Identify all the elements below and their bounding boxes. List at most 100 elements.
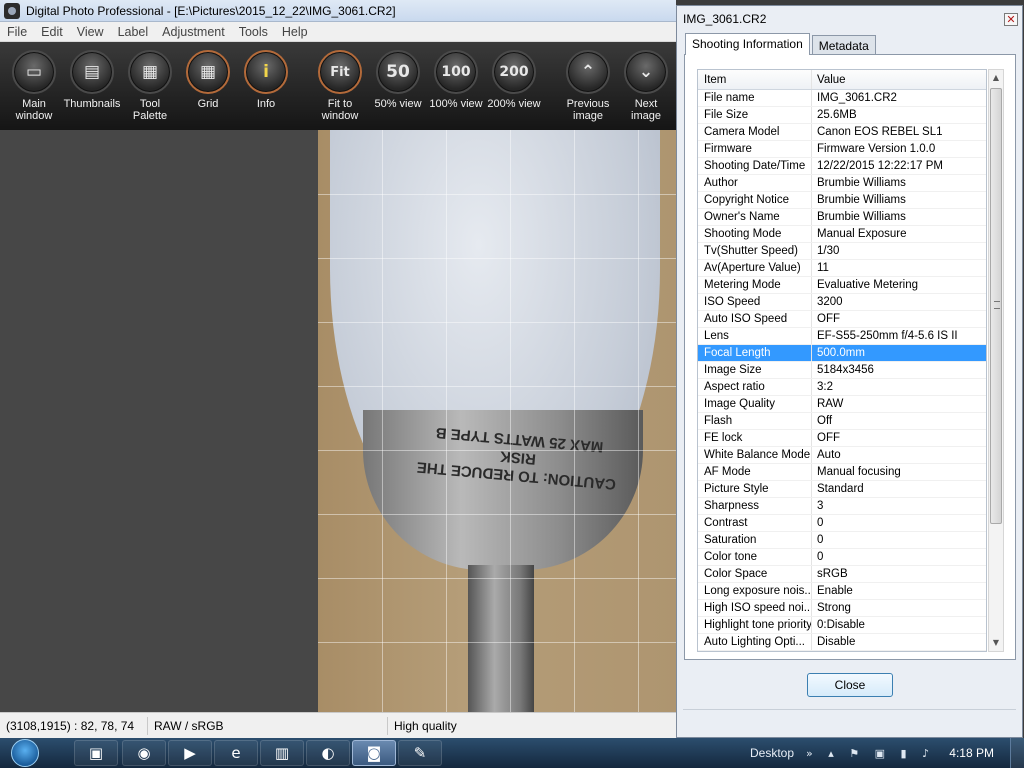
table-row[interactable]: Highlight tone priority 0:Disable — [698, 617, 986, 634]
row-item: Long exposure nois... — [698, 583, 812, 599]
table-row[interactable]: File name IMG_3061.CR2 — [698, 90, 986, 107]
menu-help[interactable]: Help — [275, 25, 315, 39]
column-header-value[interactable]: Value — [812, 70, 986, 89]
taskbar-app[interactable]: ◙ — [352, 740, 396, 766]
table-row[interactable]: Firmware Firmware Version 1.0.0 — [698, 141, 986, 158]
zoom-200-button[interactable]: 200 200% view — [484, 50, 544, 110]
table-row[interactable]: Saturation 0 — [698, 532, 986, 549]
table-row[interactable]: Contrast 0 — [698, 515, 986, 532]
taskbar-app[interactable]: ✎ — [398, 740, 442, 766]
grid-line — [318, 386, 676, 387]
grid-line — [318, 194, 676, 195]
table-row[interactable]: Shooting Mode Manual Exposure — [698, 226, 986, 243]
row-item: Focal Length — [698, 345, 812, 361]
menu-file[interactable]: File — [0, 25, 34, 39]
row-item: Shooting Date/Time — [698, 158, 812, 174]
scroll-down-icon[interactable]: ▼ — [989, 635, 1003, 651]
menu-edit[interactable]: Edit — [34, 25, 70, 39]
table-row[interactable]: Sharpness 3 — [698, 498, 986, 515]
table-row[interactable]: FE lock OFF — [698, 430, 986, 447]
row-item: Aspect ratio — [698, 379, 812, 395]
zoom-50-label: 50% view — [374, 98, 422, 110]
table-row[interactable]: Image Size 5184x3456 — [698, 362, 986, 379]
table-row[interactable]: Lens EF-S55-250mm f/4-5.6 IS II — [698, 328, 986, 345]
taskbar-app[interactable]: ▥ — [260, 740, 304, 766]
row-value: EF-S55-250mm f/4-5.6 IS II — [817, 330, 958, 342]
tool-palette-button[interactable]: ▦ Tool Palette — [120, 50, 180, 122]
taskbar-app[interactable]: ▣ — [74, 740, 118, 766]
shooting-info-panel: Item Value File name IMG_3061.CR2 File Siz… — [684, 54, 1016, 660]
table-row[interactable]: Av(Aperture Value) 11 — [698, 260, 986, 277]
menu-adjustment[interactable]: Adjustment — [155, 25, 232, 39]
table-row[interactable]: Tv(Shutter Speed) 1/30 — [698, 243, 986, 260]
zoom-50-icon: 50 — [386, 62, 410, 82]
row-value: Manual Exposure — [817, 228, 907, 240]
fit-to-window-button[interactable]: Fit Fit to window — [310, 50, 370, 122]
next-image-button[interactable]: ⌄ Next image — [616, 50, 676, 122]
scroll-thumb[interactable] — [990, 88, 1002, 524]
camera-app-icon — [4, 2, 20, 19]
image-preview[interactable]: CAUTION: TO REDUCE THE RISK MAX 25 WATTS… — [318, 130, 676, 712]
zoom-50-button[interactable]: 50 50% view — [368, 50, 428, 110]
table-row[interactable]: Picture Style Standard — [698, 481, 986, 498]
table-row[interactable]: Camera Model Canon EOS REBEL SL1 — [698, 124, 986, 141]
taskbar-app[interactable]: ◉ — [122, 740, 166, 766]
menu-tools[interactable]: Tools — [232, 25, 275, 39]
info-button[interactable]: i Info — [236, 50, 296, 110]
quality-indicator: High quality — [394, 718, 457, 733]
tab-metadata[interactable]: Metadata — [811, 35, 876, 55]
column-header-item[interactable]: Item — [698, 70, 812, 89]
row-item: White Balance Mode — [698, 447, 812, 463]
tray-icons[interactable]: » ▴ ⚑ ▣ ▮ ♪ — [806, 747, 935, 760]
row-value: Evaluative Metering — [817, 279, 918, 291]
thumbnails-button[interactable]: ▤ Thumbnails — [62, 50, 122, 110]
thumbnails-label: Thumbnails — [63, 98, 121, 110]
grid-line — [446, 130, 447, 712]
grid-button[interactable]: ▦ Grid — [178, 50, 238, 110]
menu-label[interactable]: Label — [111, 25, 156, 39]
menu-view[interactable]: View — [70, 25, 111, 39]
fit-to-window-label: Fit to window — [321, 98, 359, 122]
dialog-close-icon[interactable]: ✕ — [1004, 13, 1018, 26]
table-row[interactable]: ISO Speed 3200 — [698, 294, 986, 311]
grid-line — [318, 578, 676, 579]
row-item: Highlight tone priority — [698, 617, 812, 633]
table-row[interactable]: File Size 25.6MB — [698, 107, 986, 124]
table-row[interactable]: Color Space sRGB — [698, 566, 986, 583]
main-window-button[interactable]: ▭ Main window — [4, 50, 64, 122]
table-row[interactable]: White Balance Mode Auto — [698, 447, 986, 464]
previous-image-button[interactable]: ⌃ Previous image — [558, 50, 618, 122]
tab-shooting-information[interactable]: Shooting Information — [685, 33, 810, 55]
table-row[interactable]: Auto ISO Speed OFF — [698, 311, 986, 328]
taskbar-app[interactable]: ◐ — [306, 740, 350, 766]
row-value: 12/22/2015 12:22:17 PM — [817, 160, 943, 172]
dialog-status-strip — [683, 709, 1016, 729]
clock[interactable]: 4:18 PM — [949, 746, 994, 760]
row-value: 0 — [817, 551, 824, 563]
table-row[interactable]: Owner's Name Brumbie Williams — [698, 209, 986, 226]
table-row[interactable]: Focal Length 500.0mm — [698, 345, 986, 362]
table-row[interactable]: Image Quality RAW — [698, 396, 986, 413]
taskbar-app[interactable]: e — [214, 740, 258, 766]
table-row[interactable]: Aspect ratio 3:2 — [698, 379, 986, 396]
scroll-up-icon[interactable]: ▲ — [989, 70, 1003, 86]
show-desktop-button[interactable] — [1010, 738, 1024, 768]
desktop-toolbar[interactable]: Desktop — [750, 746, 794, 760]
table-row[interactable]: High ISO speed noi... Strong — [698, 600, 986, 617]
table-row[interactable]: Long exposure nois... Enable — [698, 583, 986, 600]
table-row[interactable]: Copyright Notice Brumbie Williams — [698, 192, 986, 209]
taskbar-app[interactable]: ▶ — [168, 740, 212, 766]
table-row[interactable]: Metering Mode Evaluative Metering — [698, 277, 986, 294]
table-row[interactable]: Color tone 0 — [698, 549, 986, 566]
row-item: FE lock — [698, 430, 812, 446]
start-button[interactable] — [5, 738, 45, 768]
table-row[interactable]: Author Brumbie Williams — [698, 175, 986, 192]
table-row[interactable]: Flash Off — [698, 413, 986, 430]
table-row[interactable]: Auto Lighting Opti... Disable — [698, 634, 986, 651]
close-button[interactable]: Close — [807, 673, 893, 697]
table-row[interactable]: Shooting Date/Time 12/22/2015 12:22:17 PM — [698, 158, 986, 175]
row-value: 0 — [817, 534, 824, 546]
zoom-100-button[interactable]: 100 100% view — [426, 50, 486, 110]
table-row[interactable]: AF Mode Manual focusing — [698, 464, 986, 481]
vertical-scrollbar[interactable]: ▲ ▼ — [988, 69, 1004, 652]
